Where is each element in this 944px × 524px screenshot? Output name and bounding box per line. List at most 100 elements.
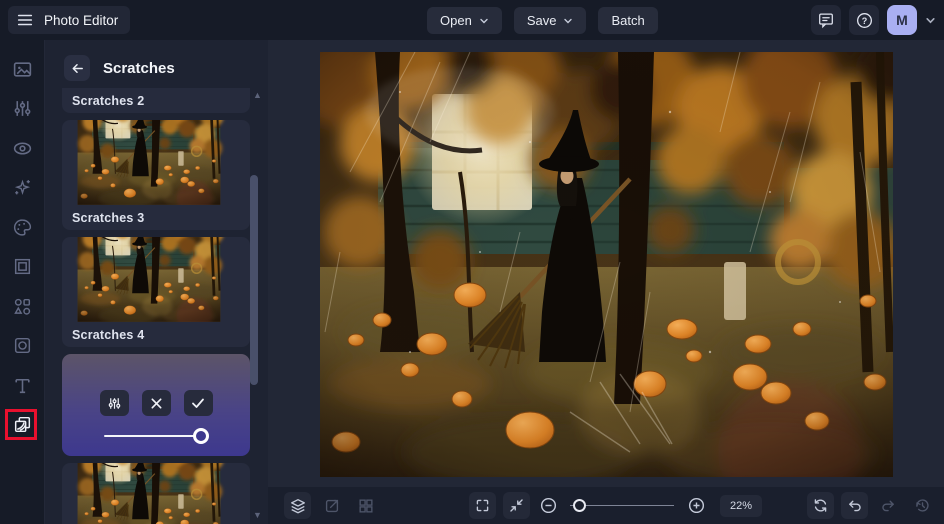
avatar-initial: M <box>896 12 908 28</box>
batch-button[interactable]: Batch <box>598 7 658 34</box>
history-icon <box>916 499 929 512</box>
thumbnail-image <box>62 463 250 524</box>
selected-overlay-actions <box>99 390 213 416</box>
help-icon: ? <box>856 12 872 28</box>
rail-item-overlays[interactable] <box>5 408 37 440</box>
overlays-icon <box>14 416 30 433</box>
rail-item-graphics[interactable] <box>10 294 34 318</box>
rail-item-artsy[interactable] <box>10 215 34 239</box>
scroll-down-arrow[interactable]: ▼ <box>253 510 262 520</box>
rail-item-text[interactable] <box>10 373 34 397</box>
fullscreen-button[interactable] <box>469 492 496 519</box>
tool-rail <box>0 40 45 524</box>
app-title: Photo Editor <box>44 12 119 28</box>
help-button[interactable]: ? <box>849 5 879 35</box>
canvas-area: 22% <box>268 40 944 524</box>
overlay-apply-button[interactable] <box>183 390 213 416</box>
back-button[interactable] <box>64 55 90 81</box>
save-button[interactable]: Save <box>513 7 587 34</box>
scroll-up-arrow[interactable]: ▲ <box>253 90 262 100</box>
account-menu-button[interactable] <box>925 15 936 26</box>
layers-icon <box>290 498 305 513</box>
list-item-scratches-4[interactable]: Scratches 4 <box>62 237 250 347</box>
zoom-in-icon <box>688 497 704 514</box>
list-item-scratches-3[interactable]: Scratches 3 <box>62 120 250 230</box>
shapes-icon <box>13 298 30 315</box>
feedback-button[interactable] <box>811 5 841 35</box>
zoom-percent[interactable]: 22% <box>720 494 762 517</box>
bottom-toolbar: 22% <box>268 487 944 524</box>
checkmark-icon <box>192 398 204 408</box>
zoom-in-button[interactable] <box>685 492 707 519</box>
overlay-opacity-slider[interactable] <box>104 428 210 444</box>
arrow-left-icon <box>72 63 83 73</box>
topbar-right: ? M <box>811 5 936 35</box>
list-item-scratches-5[interactable] <box>62 463 250 524</box>
fit-to-screen-button[interactable] <box>503 492 530 519</box>
chevron-down-icon <box>480 18 488 23</box>
rail-item-frames[interactable] <box>10 255 34 279</box>
redo-icon <box>882 500 894 512</box>
app-menu-button[interactable]: Photo Editor <box>8 6 131 34</box>
sparkles-icon <box>14 179 30 195</box>
open-button[interactable]: Open <box>427 7 502 34</box>
layers-button[interactable] <box>284 492 311 519</box>
save-label: Save <box>526 13 557 28</box>
toolbar-zoom-group: 22% <box>469 492 762 519</box>
batch-label: Batch <box>611 13 645 28</box>
toolbar-left-group <box>284 492 379 519</box>
rail-item-touchup[interactable] <box>10 136 34 160</box>
refresh-icon <box>814 499 827 512</box>
canvas-image[interactable] <box>320 52 893 477</box>
zoom-out-button[interactable] <box>537 492 559 519</box>
undo-icon <box>849 500 861 512</box>
canvas-grid-button[interactable] <box>352 492 379 519</box>
zoom-slider[interactable] <box>570 498 674 513</box>
overlay-settings-button[interactable] <box>99 390 129 416</box>
rail-item-textures[interactable] <box>10 334 34 358</box>
list-item-label: Scratches 3 <box>72 210 145 225</box>
slider-knob[interactable] <box>193 428 210 444</box>
zoom-out-icon <box>540 497 556 514</box>
adjust-sliders-icon <box>14 101 30 116</box>
slider-track <box>104 435 208 437</box>
fullscreen-icon <box>476 499 489 512</box>
avatar[interactable]: M <box>887 5 917 35</box>
cancel-icon <box>150 397 162 409</box>
text-icon <box>14 378 30 393</box>
refresh-button[interactable] <box>807 492 834 519</box>
grid-icon <box>358 498 373 513</box>
settings-sliders-icon <box>108 397 120 409</box>
scratches-panel: Scratches Scratches 2 Scratches 3 Scratc… <box>45 40 268 524</box>
zoom-slider-knob[interactable] <box>573 498 586 512</box>
rail-item-adjust[interactable] <box>10 97 34 121</box>
resize-button[interactable] <box>318 492 345 519</box>
chevron-down-icon <box>564 18 573 23</box>
panel-title: Scratches <box>103 59 175 77</box>
file-actions: Open Save Batch <box>427 7 658 34</box>
frame-icon <box>14 258 30 275</box>
list-item-label: Scratches 4 <box>72 327 145 342</box>
hamburger-icon <box>17 14 33 26</box>
list-item-label: Scratches 2 <box>72 93 145 108</box>
selected-overlay-card <box>62 354 250 456</box>
panel-scrollbar[interactable] <box>250 175 258 385</box>
panel-header: Scratches <box>45 40 268 91</box>
fit-to-screen-icon <box>510 499 523 512</box>
thumbnail-image <box>62 237 250 322</box>
overlay-cancel-button[interactable] <box>141 390 171 416</box>
reset-history-button[interactable] <box>909 492 936 519</box>
resize-icon <box>325 499 338 512</box>
svg-text:?: ? <box>861 15 867 25</box>
eye-icon <box>13 141 31 155</box>
undo-button[interactable] <box>841 492 868 519</box>
redo-button[interactable] <box>875 492 902 519</box>
image-icon <box>13 61 31 77</box>
top-bar: Photo Editor Open Save Batch ? M <box>0 0 944 40</box>
rail-item-edit[interactable] <box>10 57 34 81</box>
zoom-percent-value: 22% <box>729 499 753 512</box>
rail-item-effects[interactable] <box>10 176 34 200</box>
list-item-scratches-2[interactable]: Scratches 2 <box>62 88 250 113</box>
chat-icon <box>819 13 833 29</box>
chevron-down-icon <box>926 17 935 23</box>
